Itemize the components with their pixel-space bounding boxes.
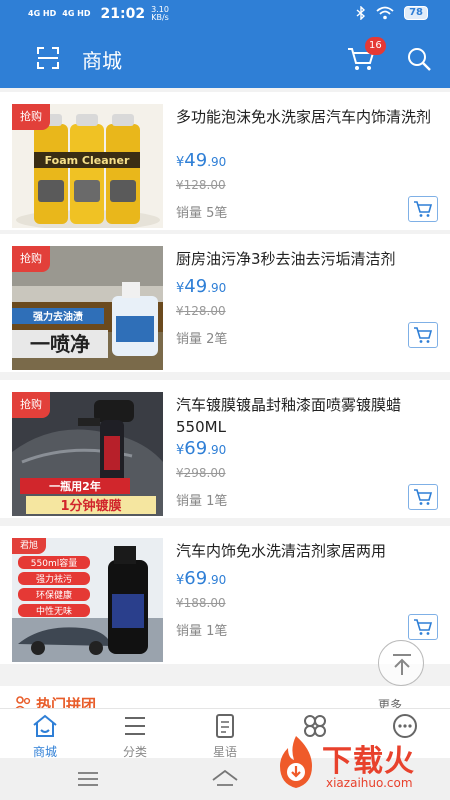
list-icon	[125, 717, 145, 735]
image-brand-text: Foam Cleaner	[45, 154, 130, 167]
promo-tag: 抢购	[12, 392, 50, 418]
price-integer: 69	[184, 568, 208, 589]
price-decimal: .90	[207, 281, 227, 295]
status-left: 4G HD 4G HD 21:02 3.10 KB/s	[28, 6, 169, 23]
network-speed: 3.10 KB/s	[151, 6, 169, 22]
nav-label: 商城	[32, 745, 57, 759]
status-time: 21:02	[100, 6, 146, 22]
nav-label: 分类	[122, 745, 147, 759]
feature-4: 中性无味	[36, 605, 72, 617]
add-to-cart-button[interactable]	[408, 614, 438, 640]
product-item[interactable]: Foam Cleaner 抢购 多功能泡沫免水洗家居汽车内饰清洗剂 ¥49.90…	[0, 92, 450, 230]
add-to-cart-button[interactable]	[408, 484, 438, 510]
image-caption-1: 一瓶用2年	[49, 479, 101, 493]
status-bar: 4G HD 4G HD 21:02 3.10 KB/s 78	[0, 0, 450, 28]
cart-count-badge: 16	[365, 37, 386, 55]
home-system-icon[interactable]	[211, 768, 239, 788]
product-item[interactable]: 一瓶用2年 1分钟镀膜 抢购 汽车镀膜镀晶封釉漆面喷雾镀膜蜡550ML ¥69.…	[0, 380, 450, 518]
app-header: 商城 16	[0, 28, 450, 88]
product-image[interactable]: 强力去油渍 一喷净 抢购	[12, 246, 163, 370]
watermark: 下载火 xiazaihuo.com	[266, 730, 450, 800]
product-image[interactable]: 550ml容量 强力祛污 环保健康 中性无味 君旭	[12, 538, 163, 662]
product-name[interactable]: 汽车内饰免水洗清洁剂家居两用	[176, 540, 438, 562]
price-decimal: .90	[207, 443, 227, 457]
status-right: 78	[356, 6, 428, 20]
image-caption-1: 强力去油渍	[33, 310, 83, 323]
home-icon	[33, 714, 57, 737]
product-name[interactable]: 多功能泡沫免水洗家居汽车内饰清洗剂	[176, 106, 438, 128]
flame-logo-icon	[280, 736, 312, 788]
price-decimal: .90	[207, 573, 227, 587]
cart-icon	[414, 327, 433, 343]
sales-count: 销量 5笔	[176, 206, 228, 221]
network-indicator-2: 4G HD	[62, 9, 91, 18]
price-integer: 49	[184, 150, 208, 171]
cart-icon	[414, 619, 433, 635]
product-name[interactable]: 汽车镀膜镀晶封釉漆面喷雾镀膜蜡550ML	[176, 394, 438, 438]
page-title: 商城	[82, 49, 122, 73]
arrow-up-icon	[393, 654, 411, 675]
product-price: ¥69.90	[176, 438, 226, 459]
product-price: ¥49.90	[176, 276, 226, 297]
product-price: ¥49.90	[176, 150, 226, 171]
battery-indicator: 78	[404, 6, 428, 20]
original-price: ¥298.00	[176, 466, 226, 480]
brand-tag: 君旭	[12, 538, 46, 554]
original-price: ¥128.00	[176, 178, 226, 192]
network-indicator-1: 4G HD	[28, 9, 57, 18]
feature-2: 强力祛污	[36, 573, 72, 585]
nav-item-xingyu[interactable]: 星语	[195, 713, 255, 760]
bluetooth-icon	[356, 6, 366, 20]
price-integer: 49	[184, 276, 208, 297]
product-image[interactable]: 一瓶用2年 1分钟镀膜 抢购	[12, 392, 163, 516]
product-image[interactable]: Foam Cleaner 抢购	[12, 104, 163, 228]
watermark-text: 下载火	[322, 744, 415, 779]
original-price: ¥128.00	[176, 304, 226, 318]
add-to-cart-button[interactable]	[408, 322, 438, 348]
menu-icon[interactable]	[76, 770, 100, 788]
watermark-url: xiazaihuo.com	[326, 776, 413, 790]
promo-tag: 抢购	[12, 104, 50, 130]
cart-icon	[414, 489, 433, 505]
add-to-cart-button[interactable]	[408, 196, 438, 222]
sales-count: 销量 1笔	[176, 624, 228, 639]
sales-count: 销量 2笔	[176, 332, 228, 347]
nav-label: 星语	[212, 745, 237, 759]
search-icon[interactable]	[406, 46, 432, 72]
interior-cleaner-image: 550ml容量 强力祛污 环保健康 中性无味	[12, 538, 163, 662]
note-icon	[216, 714, 234, 738]
scan-icon[interactable]	[36, 46, 60, 70]
original-price: ¥188.00	[176, 596, 226, 610]
nav-item-mall[interactable]: 商城	[15, 713, 75, 760]
nav-item-category[interactable]: 分类	[105, 713, 165, 760]
cart-icon	[414, 201, 433, 217]
feature-3: 环保健康	[36, 589, 72, 601]
speed-unit: KB/s	[151, 13, 169, 22]
image-caption-2: 一喷净	[30, 332, 90, 356]
feature-1: 550ml容量	[31, 557, 77, 569]
wifi-icon	[376, 6, 394, 20]
image-caption-2: 1分钟镀膜	[60, 498, 121, 514]
price-decimal: .90	[207, 155, 227, 169]
product-price: ¥69.90	[176, 568, 226, 589]
price-integer: 69	[184, 438, 208, 459]
back-to-top-button[interactable]	[378, 640, 424, 686]
product-name[interactable]: 厨房油污净3秒去油去污垢清洁剂	[176, 248, 438, 270]
product-item[interactable]: 强力去油渍 一喷净 抢购 厨房油污净3秒去油去污垢清洁剂 ¥49.90 ¥128…	[0, 234, 450, 372]
promo-tag: 抢购	[12, 246, 50, 272]
sales-count: 销量 1笔	[176, 494, 228, 509]
